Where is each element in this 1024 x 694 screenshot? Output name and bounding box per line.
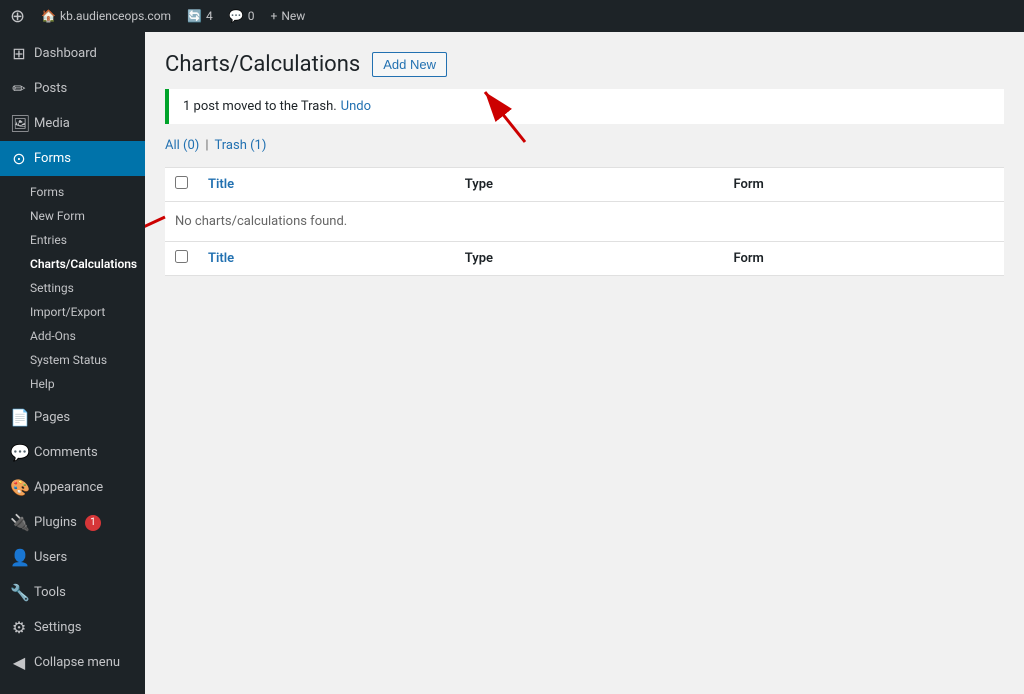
site-name-item[interactable]: 🏠 kb.audienceops.com xyxy=(41,9,171,23)
sidebar-item-media[interactable]: 🖼 Media xyxy=(0,106,145,141)
wp-logo-icon: ⊕ xyxy=(10,6,25,27)
charts-table: Title Type Form No charts/calculations f… xyxy=(165,167,1004,276)
content-wrapper: Charts/Calculations Add New 1 post moved… xyxy=(165,52,1004,276)
sidebar-item-users[interactable]: 👤 Users xyxy=(0,540,145,575)
submenu-item-new-form[interactable]: New Form xyxy=(0,204,145,228)
new-label: New xyxy=(281,9,305,23)
media-icon: 🖼 xyxy=(10,114,28,133)
sidebar-collapse-menu[interactable]: ◀ Collapse menu xyxy=(0,645,145,680)
sidebar-main-section: ⊞ Dashboard ✏ Posts 🖼 Media ⊙ Forms xyxy=(0,32,145,180)
sidebar-item-appearance-label: Appearance xyxy=(34,480,103,495)
notice-text: 1 post moved to the Trash. xyxy=(183,99,337,114)
table-empty-row: No charts/calculations found. xyxy=(165,202,1004,242)
pages-icon: 📄 xyxy=(10,408,28,427)
table-foot: Title Type Form xyxy=(165,242,1004,276)
sidebar-item-dashboard-label: Dashboard xyxy=(34,46,97,61)
filter-links: All (0) | Trash (1) xyxy=(165,138,1004,153)
sidebar-item-dashboard[interactable]: ⊞ Dashboard xyxy=(0,36,145,71)
th-type: Type xyxy=(455,168,724,202)
tfoot-form: Form xyxy=(724,242,1005,276)
submenu-item-help[interactable]: Help xyxy=(0,372,145,396)
filter-separator: | xyxy=(205,138,208,153)
updates-item[interactable]: 🔄 4 xyxy=(187,9,213,23)
notice-banner: 1 post moved to the Trash. Undo xyxy=(165,89,1004,124)
tools-icon: 🔧 xyxy=(10,583,28,602)
th-checkbox xyxy=(165,168,198,202)
main-layout: ⊞ Dashboard ✏ Posts 🖼 Media ⊙ Forms Form… xyxy=(0,32,1024,694)
update-count: 4 xyxy=(206,9,213,23)
settings-icon: ⚙ xyxy=(10,618,28,637)
filter-all[interactable]: All (0) xyxy=(165,138,199,153)
th-title: Title xyxy=(198,168,455,202)
sidebar-item-settings[interactable]: ⚙ Settings xyxy=(0,610,145,645)
sidebar-item-posts[interactable]: ✏ Posts xyxy=(0,71,145,106)
filter-trash[interactable]: Trash (1) xyxy=(215,138,267,153)
comments-sidebar-icon: 💬 xyxy=(10,443,28,462)
page-title: Charts/Calculations xyxy=(165,52,360,77)
sidebar-item-plugins[interactable]: 🔌 Plugins 1 xyxy=(0,505,145,540)
add-new-button[interactable]: Add New xyxy=(372,52,447,77)
collapse-icon: ◀ xyxy=(10,653,28,672)
tfoot-checkbox xyxy=(165,242,198,276)
house-icon: 🏠 xyxy=(41,9,56,23)
forms-submenu: Forms New Form Entries Charts/Calculatio… xyxy=(0,180,145,396)
sidebar-item-pages[interactable]: 📄 Pages xyxy=(0,400,145,435)
undo-link[interactable]: Undo xyxy=(341,99,371,114)
sidebar-item-users-label: Users xyxy=(34,550,67,565)
posts-icon: ✏ xyxy=(10,79,28,98)
submenu-item-forms[interactable]: Forms xyxy=(0,180,145,204)
updates-icon: 🔄 xyxy=(187,9,202,23)
admin-bar: ⊕ 🏠 kb.audienceops.com 🔄 4 💬 0 + New xyxy=(0,0,1024,32)
sidebar-item-pages-label: Pages xyxy=(34,410,70,425)
wp-logo-item[interactable]: ⊕ xyxy=(10,6,25,27)
page-header: Charts/Calculations Add New xyxy=(165,52,1004,77)
plus-icon: + xyxy=(271,9,278,23)
tfoot-type: Type xyxy=(455,242,724,276)
sidebar-item-forms[interactable]: ⊙ Forms xyxy=(0,141,145,176)
forms-icon: ⊙ xyxy=(10,149,28,168)
table-body: No charts/calculations found. xyxy=(165,202,1004,242)
table-footer-row: Title Type Form xyxy=(165,242,1004,276)
table-head: Title Type Form xyxy=(165,168,1004,202)
plugins-badge: 1 xyxy=(85,515,101,531)
sidebar-item-posts-label: Posts xyxy=(34,81,67,96)
sidebar-item-tools-label: Tools xyxy=(34,585,66,600)
table-header-row: Title Type Form xyxy=(165,168,1004,202)
submenu-item-settings[interactable]: Settings xyxy=(0,276,145,300)
table-container: Title Type Form No charts/calculations f… xyxy=(165,167,1004,276)
submenu-item-system-status[interactable]: System Status xyxy=(0,348,145,372)
sidebar-item-forms-label: Forms xyxy=(34,151,71,166)
sidebar-item-plugins-label: Plugins xyxy=(34,515,77,530)
dashboard-icon: ⊞ xyxy=(10,44,28,63)
collapse-label: Collapse menu xyxy=(34,655,120,670)
sidebar-item-media-label: Media xyxy=(34,116,70,131)
comments-item[interactable]: 💬 0 xyxy=(229,9,255,23)
sidebar-item-comments[interactable]: 💬 Comments xyxy=(0,435,145,470)
sidebar-item-settings-label: Settings xyxy=(34,620,81,635)
new-content-item[interactable]: + New xyxy=(271,9,306,23)
sidebar-bottom-section: 📄 Pages 💬 Comments 🎨 Appearance 🔌 Plugin… xyxy=(0,396,145,684)
comment-count: 0 xyxy=(248,9,255,23)
tfoot-title: Title xyxy=(198,242,455,276)
users-icon: 👤 xyxy=(10,548,28,567)
select-all-checkbox-footer[interactable] xyxy=(175,250,188,263)
table-empty-message: No charts/calculations found. xyxy=(165,202,1004,242)
content-area: Charts/Calculations Add New 1 post moved… xyxy=(145,32,1024,694)
select-all-checkbox[interactable] xyxy=(175,176,188,189)
sidebar-item-comments-label: Comments xyxy=(34,445,98,460)
submenu-item-add-ons[interactable]: Add-Ons xyxy=(0,324,145,348)
submenu-item-entries[interactable]: Entries xyxy=(0,228,145,252)
submenu-item-import-export[interactable]: Import/Export xyxy=(0,300,145,324)
appearance-icon: 🎨 xyxy=(10,478,28,497)
submenu-item-charts[interactable]: Charts/Calculations xyxy=(0,252,145,276)
sidebar: ⊞ Dashboard ✏ Posts 🖼 Media ⊙ Forms Form… xyxy=(0,32,145,694)
sidebar-item-appearance[interactable]: 🎨 Appearance xyxy=(0,470,145,505)
th-form: Form xyxy=(724,168,1005,202)
sidebar-item-tools[interactable]: 🔧 Tools xyxy=(0,575,145,610)
comments-icon: 💬 xyxy=(229,9,244,23)
site-name: kb.audienceops.com xyxy=(60,9,171,23)
plugins-icon: 🔌 xyxy=(10,513,28,532)
